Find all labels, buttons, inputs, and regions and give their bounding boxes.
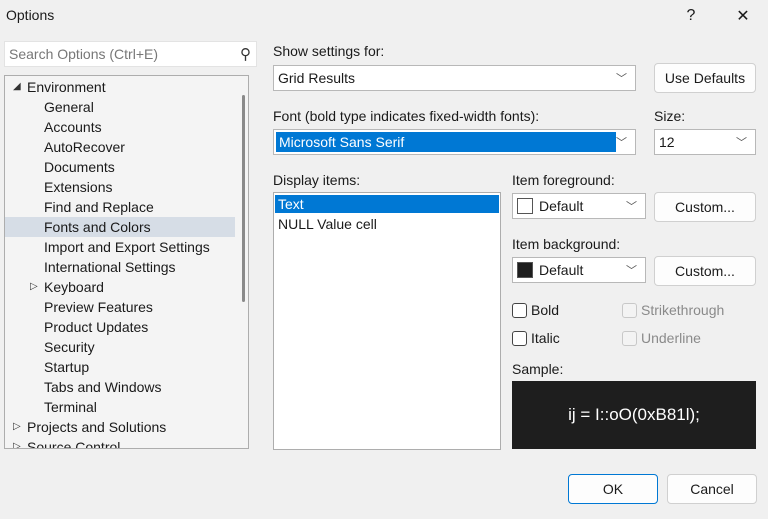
tree-item-label: Preview Features bbox=[44, 299, 153, 315]
tree-item-label: Import and Export Settings bbox=[44, 239, 210, 255]
chevron-down-icon: ﹀ bbox=[626, 265, 637, 277]
tree-item[interactable]: ▷ Source Control bbox=[5, 437, 235, 449]
tree-item[interactable]: AutoRecover bbox=[5, 137, 235, 157]
background-custom-button[interactable]: Custom... bbox=[654, 256, 756, 286]
show-settings-combo[interactable]: Grid Results ﹀ bbox=[273, 65, 636, 91]
list-item[interactable]: NULL Value cell bbox=[275, 215, 499, 233]
tree-item-label: Security bbox=[44, 339, 95, 355]
ok-button[interactable]: OK bbox=[568, 474, 658, 504]
tree-item-label: Startup bbox=[44, 359, 90, 375]
tree-item-label: Projects and Solutions bbox=[27, 419, 167, 435]
expand-arrow-icon[interactable]: ▷ bbox=[30, 277, 38, 297]
expand-arrow-icon[interactable]: ▷ bbox=[13, 417, 21, 437]
collapse-arrow-icon[interactable]: ◢ bbox=[13, 77, 21, 97]
strikethrough-checkbox[interactable]: Strikethrough bbox=[622, 302, 724, 318]
tree-item[interactable]: Terminal bbox=[5, 397, 235, 417]
tree-item[interactable]: Accounts bbox=[5, 117, 235, 137]
bg-value: Default bbox=[539, 262, 584, 278]
foreground-custom-button[interactable]: Custom... bbox=[654, 192, 756, 222]
cancel-button[interactable]: Cancel bbox=[667, 474, 757, 504]
italic-checkbox[interactable]: Italic bbox=[512, 330, 560, 346]
tree-item-label: International Settings bbox=[44, 259, 176, 275]
sample-label: Sample: bbox=[512, 361, 564, 377]
size-combo[interactable]: 12 ﹀ bbox=[654, 129, 756, 155]
color-swatch bbox=[517, 262, 533, 278]
font-label: Font (bold type indicates fixed-width fo… bbox=[273, 108, 540, 124]
tree-item[interactable]: ◢ Environment bbox=[5, 77, 235, 97]
tree-item-label: Find and Replace bbox=[44, 199, 154, 215]
close-button[interactable]: ✕ bbox=[728, 2, 758, 30]
tree-item[interactable]: Startup bbox=[5, 357, 235, 377]
tree-item-label: Extensions bbox=[44, 179, 113, 195]
checkbox-box bbox=[512, 330, 527, 346]
tree-scrollbar[interactable] bbox=[242, 95, 245, 302]
tree-item-label: Terminal bbox=[44, 399, 97, 415]
search-placeholder: Search Options (Ctrl+E) bbox=[9, 46, 158, 62]
chevron-down-icon: ﹀ bbox=[616, 73, 627, 85]
checkbox-box bbox=[622, 330, 637, 346]
color-swatch bbox=[517, 198, 533, 214]
display-items-list[interactable]: Text NULL Value cell bbox=[273, 192, 501, 450]
checkbox-box bbox=[622, 302, 637, 318]
options-tree[interactable]: ◢ Environment General Accounts AutoRecover Do… bbox=[4, 75, 249, 449]
tree-item[interactable]: Fonts and Colors bbox=[5, 217, 235, 237]
help-button[interactable]: ? bbox=[676, 2, 706, 30]
search-icon: ⚲ bbox=[240, 46, 251, 63]
tree-item[interactable]: General bbox=[5, 97, 235, 117]
italic-label: Italic bbox=[531, 330, 560, 346]
tree-item[interactable]: Product Updates bbox=[5, 317, 235, 337]
tree-item[interactable]: ▷ Keyboard bbox=[5, 277, 235, 297]
underline-label: Underline bbox=[641, 330, 701, 346]
tree-item-label: Accounts bbox=[44, 119, 102, 135]
font-value: Microsoft Sans Serif bbox=[276, 132, 616, 152]
tree-item[interactable]: Tabs and Windows bbox=[5, 377, 235, 397]
tree-item[interactable]: Preview Features bbox=[5, 297, 235, 317]
search-input[interactable]: Search Options (Ctrl+E) ⚲ bbox=[4, 41, 257, 67]
bold-checkbox[interactable]: Bold bbox=[512, 302, 559, 318]
item-foreground-label: Item foreground: bbox=[512, 172, 615, 188]
checkbox-box bbox=[512, 302, 527, 318]
window-title: Options bbox=[6, 7, 55, 23]
size-value: 12 bbox=[659, 134, 675, 150]
tree-item-label: Source Control bbox=[27, 439, 121, 449]
tree-item[interactable]: Documents bbox=[5, 157, 235, 177]
item-background-combo[interactable]: Default ﹀ bbox=[512, 257, 646, 283]
use-defaults-button[interactable]: Use Defaults bbox=[654, 63, 756, 93]
tree-item-label: Fonts and Colors bbox=[44, 219, 151, 235]
tree-item-label: General bbox=[44, 99, 94, 115]
fg-value: Default bbox=[539, 198, 584, 214]
font-combo[interactable]: Microsoft Sans Serif ﹀ bbox=[273, 129, 636, 155]
display-items-label: Display items: bbox=[273, 172, 361, 188]
tree-item[interactable]: Security bbox=[5, 337, 235, 357]
show-settings-label: Show settings for: bbox=[273, 43, 385, 59]
tree-item-label: Keyboard bbox=[44, 279, 104, 295]
tree-item[interactable]: Find and Replace bbox=[5, 197, 235, 217]
tree-item[interactable]: Extensions bbox=[5, 177, 235, 197]
chevron-down-icon: ﹀ bbox=[616, 137, 627, 149]
show-settings-value: Grid Results bbox=[278, 70, 356, 86]
tree-item-label: Documents bbox=[44, 159, 115, 175]
tree-item[interactable]: Import and Export Settings bbox=[5, 237, 235, 257]
tree-item-label: Product Updates bbox=[44, 319, 149, 335]
strikethrough-label: Strikethrough bbox=[641, 302, 725, 318]
tree-item[interactable]: International Settings bbox=[5, 257, 235, 277]
chevron-down-icon: ﹀ bbox=[626, 201, 637, 213]
item-background-label: Item background: bbox=[512, 236, 621, 252]
size-label: Size: bbox=[654, 108, 686, 124]
bold-label: Bold bbox=[531, 302, 560, 318]
tree-item-label: AutoRecover bbox=[44, 139, 125, 155]
list-item[interactable]: Text bbox=[275, 195, 499, 213]
tree-item[interactable]: ▷ Projects and Solutions bbox=[5, 417, 235, 437]
tree-item-label: Tabs and Windows bbox=[44, 379, 162, 395]
expand-arrow-icon[interactable]: ▷ bbox=[13, 437, 21, 448]
sample-preview: ij = I::oO(0xB81l); bbox=[512, 381, 756, 449]
chevron-down-icon: ﹀ bbox=[736, 137, 747, 149]
tree-item-label: Environment bbox=[27, 79, 106, 95]
underline-checkbox[interactable]: Underline bbox=[622, 330, 701, 346]
item-foreground-combo[interactable]: Default ﹀ bbox=[512, 193, 646, 219]
